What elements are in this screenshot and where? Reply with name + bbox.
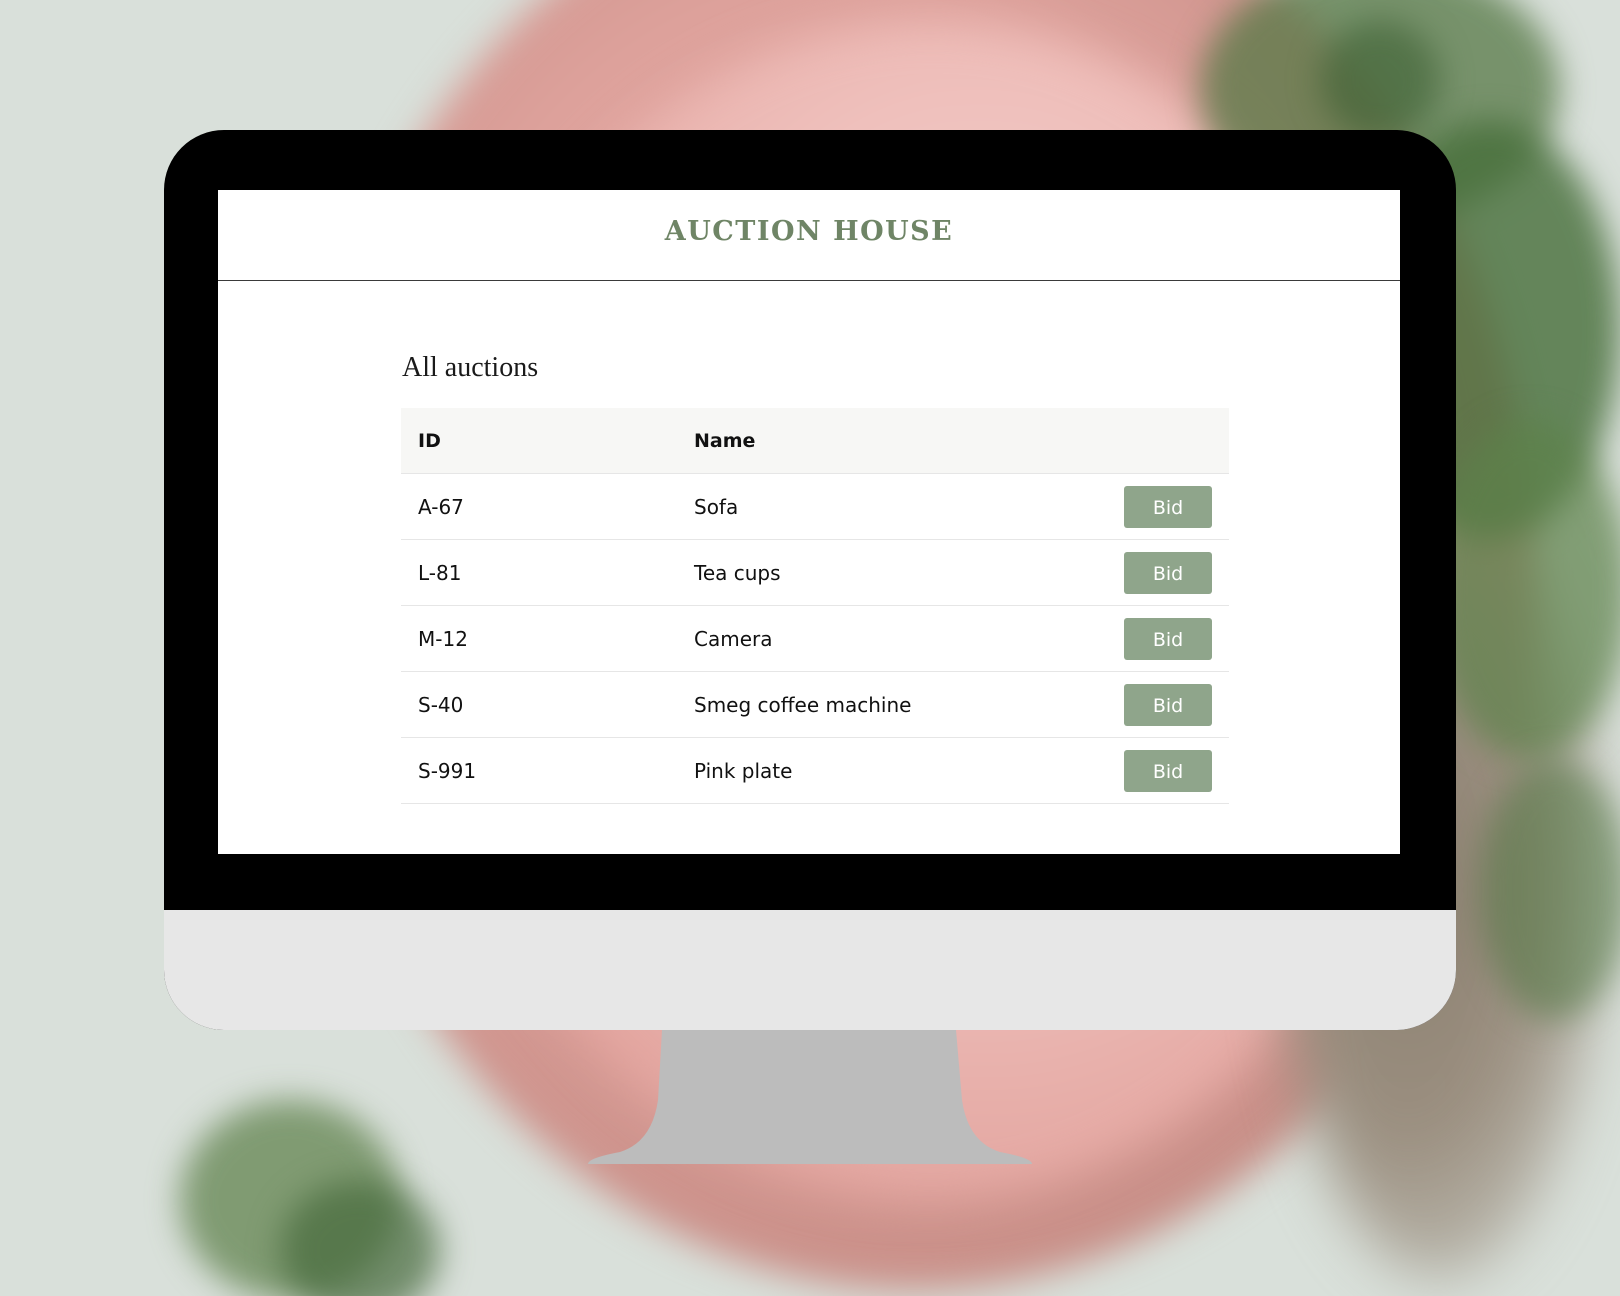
auctions-table: ID Name A-67 Sofa Bid L-81 Tea cups Bid …: [401, 408, 1229, 804]
auction-id: S-40: [401, 671, 677, 738]
auction-name: Camera: [677, 605, 1104, 672]
bid-button[interactable]: Bid: [1124, 749, 1212, 792]
auction-name: Tea cups: [677, 539, 1104, 606]
auction-name: Pink plate: [677, 737, 1104, 804]
bid-button[interactable]: Bid: [1124, 551, 1212, 594]
table-header-row: ID Name: [401, 408, 1229, 474]
auction-id: M-12: [401, 605, 677, 672]
foliage-blur: [1320, 20, 1440, 140]
column-header-id: ID: [401, 408, 677, 474]
foliage-blur: [1480, 760, 1620, 1020]
bid-button[interactable]: Bid: [1124, 683, 1212, 726]
bid-button[interactable]: Bid: [1124, 617, 1212, 660]
auction-id: S-991: [401, 737, 677, 804]
auction-name: Sofa: [677, 473, 1104, 540]
foliage-blur: [1430, 420, 1620, 760]
auction-id: L-81: [401, 539, 677, 606]
site-header: AUCTION HOUSE: [218, 190, 1400, 281]
table-row: M-12 Camera Bid: [401, 605, 1229, 672]
table-row: L-81 Tea cups Bid: [401, 539, 1229, 606]
auction-id: A-67: [401, 473, 677, 540]
auction-name: Smeg coffee machine: [677, 671, 1104, 738]
column-header-action: [1104, 408, 1229, 474]
monitor-screen: AUCTION HOUSE All auctions ID Name A-67 …: [218, 190, 1400, 854]
page-title: All auctions: [402, 352, 539, 383]
table-row: S-40 Smeg coffee machine Bid: [401, 671, 1229, 738]
table-row: A-67 Sofa Bid: [401, 473, 1229, 540]
column-header-name: Name: [677, 408, 1104, 474]
monitor-chin: [164, 910, 1456, 1030]
bid-button[interactable]: Bid: [1124, 485, 1212, 528]
site-brand[interactable]: AUCTION HOUSE: [665, 216, 953, 247]
monitor-stand: [588, 1030, 1032, 1164]
table-row: S-991 Pink plate Bid: [401, 737, 1229, 804]
